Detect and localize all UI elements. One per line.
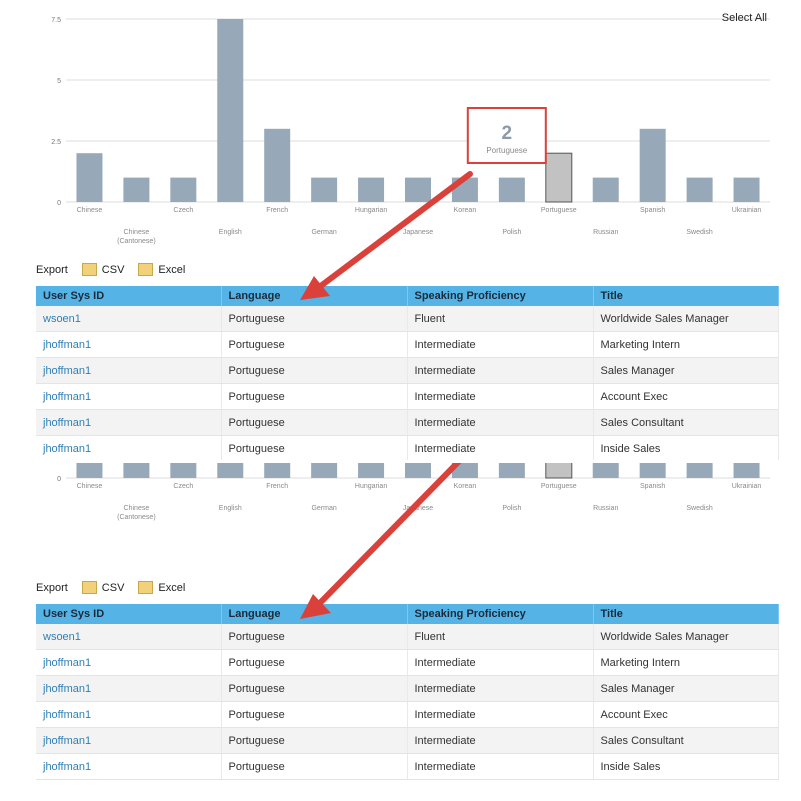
top-panel: 0 2.5 5 7.5 Chinese Chinese (Cantonese) Czech En… — [0, 0, 801, 460]
annotation-arrow — [300, 463, 462, 619]
bottom-panel: 02.557.5ChineseChinese(Cantonese)CzechEn… — [0, 463, 801, 801]
annotation-arrow — [300, 171, 473, 300]
